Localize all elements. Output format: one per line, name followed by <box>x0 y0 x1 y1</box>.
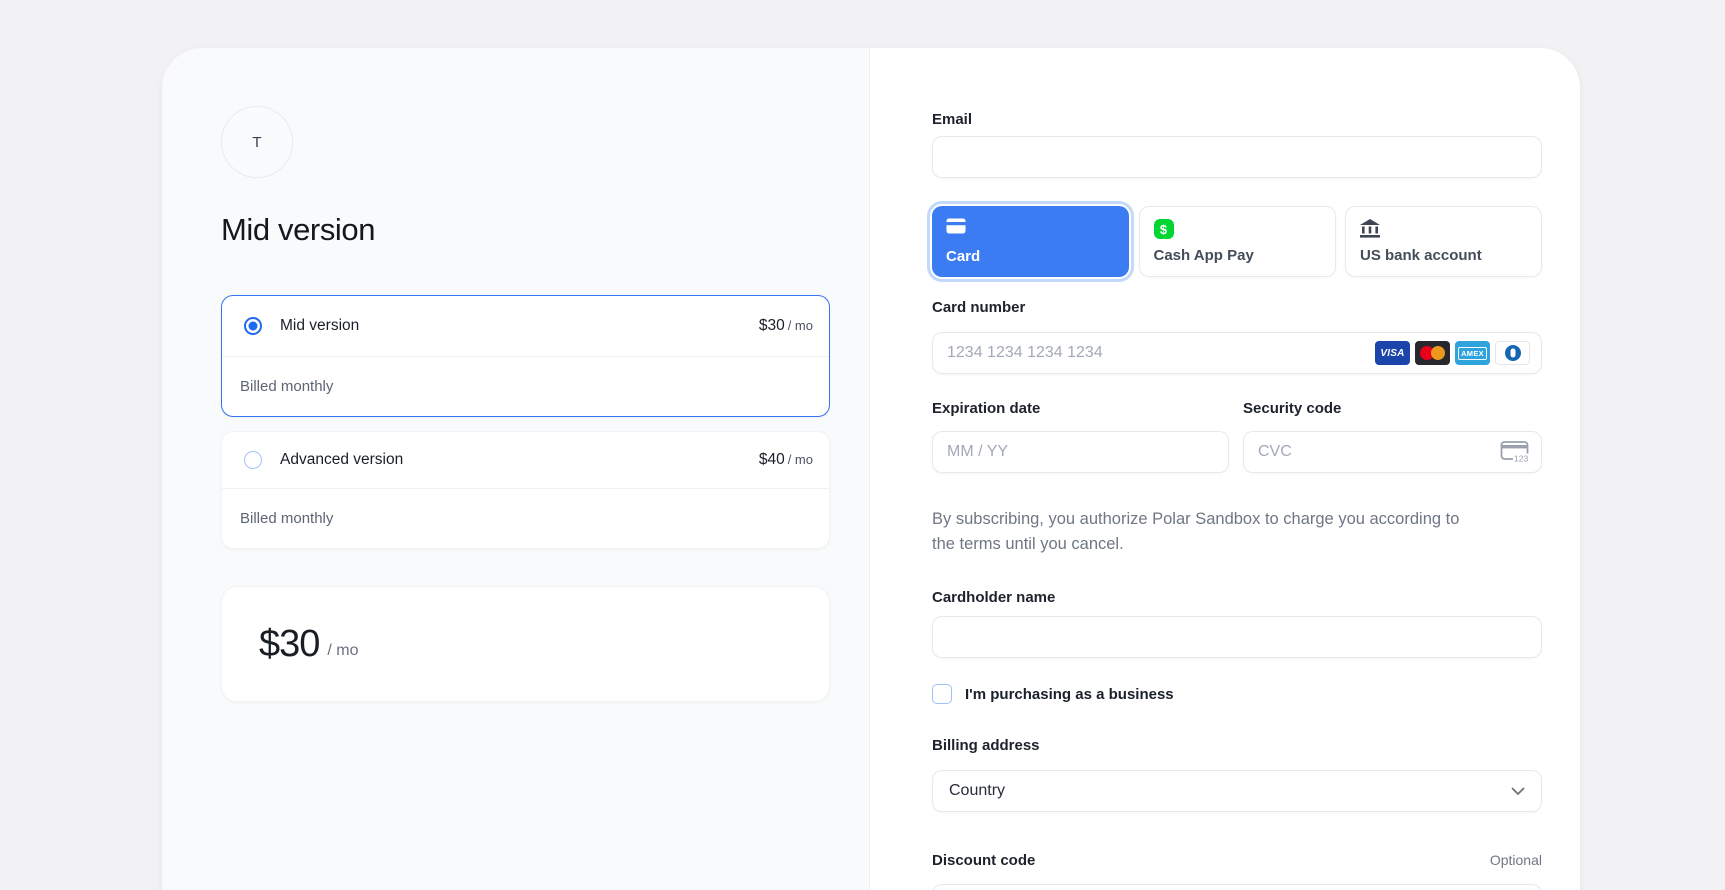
card-number-label: Card number <box>932 299 1025 316</box>
total-price-card: $30 / mo <box>221 586 830 702</box>
email-label: Email <box>932 111 972 128</box>
option-price-interval: / mo <box>788 318 813 333</box>
option-name: Advanced version <box>280 451 741 469</box>
card-brand-icons: VISA AMEX <box>1375 341 1530 365</box>
option-price: $30/ mo <box>759 317 813 335</box>
card-number-wrap: VISA AMEX <box>932 332 1542 374</box>
tab-cash-app-pay[interactable]: $ Cash App Pay <box>1139 206 1336 277</box>
cvc-123-text: 123 <box>1514 454 1528 464</box>
subscription-disclaimer: By subscribing, you authorize Polar Sand… <box>932 507 1477 556</box>
discount-code-label: Discount code <box>932 852 1035 869</box>
product-summary-panel: T Mid version Mid version $30/ mo Billed… <box>162 48 870 890</box>
discount-optional-tag: Optional <box>1490 852 1542 868</box>
cardholder-name-field[interactable] <box>932 616 1542 658</box>
option-price: $40/ mo <box>759 451 813 469</box>
cash-dollar-glyph: $ <box>1160 222 1167 237</box>
expiration-field[interactable] <box>932 431 1229 473</box>
expiration-label: Expiration date <box>932 400 1040 417</box>
security-code-field[interactable] <box>1243 431 1542 473</box>
pricing-option-header[interactable]: Mid version $30/ mo <box>222 296 829 356</box>
email-field[interactable] <box>932 136 1542 178</box>
diners-circle <box>1505 345 1521 361</box>
discount-row: Discount code Optional <box>932 852 1542 869</box>
cardholder-name-label: Cardholder name <box>932 589 1055 606</box>
cash-app-icon: $ <box>1154 219 1174 239</box>
amex-text: AMEX <box>1458 347 1487 360</box>
credit-card-icon <box>946 218 966 234</box>
business-purchase-row: I'm purchasing as a business <box>932 684 1174 704</box>
option-name: Mid version <box>280 317 741 335</box>
total-price-interval: / mo <box>327 642 358 660</box>
page-title: Mid version <box>221 212 375 248</box>
payment-method-tabs: Card $ Cash App Pay US <box>932 206 1542 277</box>
billing-address-label: Billing address <box>932 737 1040 754</box>
security-code-label: Security code <box>1243 400 1341 417</box>
pricing-option-mid[interactable]: Mid version $30/ mo Billed monthly <box>221 295 830 417</box>
avatar: T <box>221 106 293 178</box>
tab-card[interactable]: Card <box>932 206 1129 277</box>
checkout-card: T Mid version Mid version $30/ mo Billed… <box>162 48 1580 890</box>
checkout-page: T Mid version Mid version $30/ mo Billed… <box>0 0 1725 890</box>
tab-card-label: Card <box>946 248 1115 265</box>
country-select[interactable]: Country <box>932 770 1542 812</box>
avatar-letter: T <box>252 134 261 151</box>
bank-icon <box>1360 219 1380 238</box>
mastercard-icon <box>1415 341 1450 365</box>
pricing-option-advanced[interactable]: Advanced version $40/ mo Billed monthly <box>221 431 830 549</box>
option-price-amount: $30 <box>759 317 785 334</box>
billing-note: Billed monthly <box>222 357 829 416</box>
option-price-interval: / mo <box>788 452 813 467</box>
tab-us-bank-label: US bank account <box>1360 247 1527 264</box>
radio-selected-icon[interactable] <box>244 317 262 335</box>
discount-code-field[interactable] <box>932 884 1542 890</box>
option-price-amount: $40 <box>759 451 785 468</box>
mastercard-orange-circle <box>1431 346 1445 360</box>
tab-cash-app-label: Cash App Pay <box>1154 247 1321 264</box>
tab-us-bank-account[interactable]: US bank account <box>1345 206 1542 277</box>
visa-text: VISA <box>1380 348 1404 359</box>
visa-icon: VISA <box>1375 341 1410 365</box>
payment-form-panel: Email Card $ Cash App Pay <box>870 48 1580 890</box>
business-checkbox[interactable] <box>932 684 952 704</box>
diners-icon <box>1495 341 1530 365</box>
security-code-wrap: 123 <box>1243 431 1542 473</box>
country-select-value: Country <box>949 782 1005 800</box>
total-price: $30 <box>259 623 319 666</box>
pricing-option-header[interactable]: Advanced version $40/ mo <box>222 432 829 488</box>
radio-unselected-icon[interactable] <box>244 451 262 469</box>
cvc-card-icon: 123 <box>1500 441 1530 464</box>
business-checkbox-label: I'm purchasing as a business <box>965 686 1174 703</box>
amex-icon: AMEX <box>1455 341 1490 365</box>
billing-note: Billed monthly <box>222 489 829 548</box>
chevron-down-icon <box>1511 787 1525 796</box>
